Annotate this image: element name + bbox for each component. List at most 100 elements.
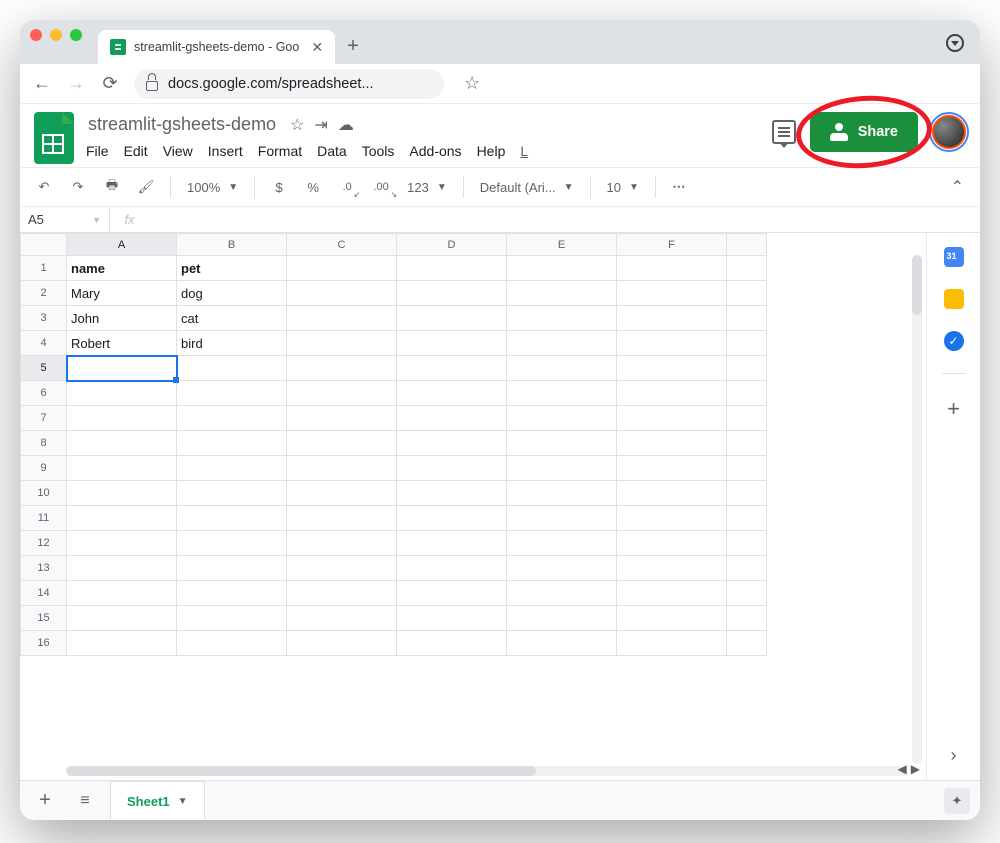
close-window-icon[interactable] (30, 29, 42, 41)
menu-insert[interactable]: Insert (208, 143, 243, 159)
cell[interactable] (397, 431, 507, 456)
tasks-icon[interactable] (944, 331, 964, 351)
horizontal-scrollbar[interactable] (66, 766, 906, 776)
redo-button[interactable]: ↷ (64, 173, 92, 201)
cell[interactable] (287, 506, 397, 531)
share-button[interactable]: Share (810, 112, 918, 152)
cell[interactable] (287, 481, 397, 506)
column-header[interactable]: D (397, 234, 507, 256)
cell[interactable] (507, 581, 617, 606)
cell[interactable] (507, 381, 617, 406)
cell[interactable]: Mary (67, 281, 177, 306)
document-title[interactable]: streamlit-gsheets-demo (84, 112, 280, 137)
bookmark-star-icon[interactable]: ☆ (464, 73, 480, 94)
cell[interactable]: name (67, 256, 177, 281)
cell[interactable]: Robert (67, 331, 177, 356)
cell[interactable] (287, 556, 397, 581)
cell[interactable] (507, 606, 617, 631)
cell[interactable] (287, 606, 397, 631)
new-tab-button[interactable]: + (347, 35, 359, 64)
cell[interactable] (617, 406, 727, 431)
row-header[interactable]: 15 (21, 606, 67, 631)
row-header[interactable]: 8 (21, 431, 67, 456)
cell[interactable] (287, 331, 397, 356)
menu-addons[interactable]: Add-ons (409, 143, 461, 159)
column-header[interactable]: F (617, 234, 727, 256)
cell[interactable] (287, 256, 397, 281)
row-header[interactable]: 2 (21, 281, 67, 306)
cell[interactable] (507, 456, 617, 481)
row-header[interactable]: 4 (21, 331, 67, 356)
cell[interactable] (287, 581, 397, 606)
cell[interactable] (507, 356, 617, 381)
cell[interactable] (287, 381, 397, 406)
cell[interactable] (287, 406, 397, 431)
cell[interactable] (617, 506, 727, 531)
cell[interactable] (507, 256, 617, 281)
cell[interactable] (397, 531, 507, 556)
cell[interactable] (397, 556, 507, 581)
percent-button[interactable]: % (299, 173, 327, 201)
sheets-logo-icon[interactable] (34, 112, 74, 164)
cell[interactable] (397, 481, 507, 506)
column-header[interactable]: B (177, 234, 287, 256)
cloud-status-icon[interactable]: ☁ (338, 115, 354, 135)
scroll-arrows[interactable]: ◀▶ (898, 762, 920, 776)
print-button[interactable]: 🖶 (98, 173, 126, 201)
cell[interactable] (177, 481, 287, 506)
cell[interactable] (177, 381, 287, 406)
menu-tools[interactable]: Tools (362, 143, 395, 159)
cell[interactable] (507, 481, 617, 506)
column-header[interactable]: A (67, 234, 177, 256)
calendar-icon[interactable] (944, 247, 964, 267)
cell[interactable] (617, 331, 727, 356)
row-header[interactable]: 11 (21, 506, 67, 531)
cell[interactable] (397, 506, 507, 531)
cell[interactable] (507, 631, 617, 656)
toolbar-more-button[interactable]: ⋯ (666, 173, 694, 201)
hide-side-panel-button[interactable]: › (951, 745, 957, 766)
cell[interactable] (67, 631, 177, 656)
cell[interactable] (287, 281, 397, 306)
cell[interactable] (617, 281, 727, 306)
cell[interactable]: John (67, 306, 177, 331)
cell[interactable] (67, 456, 177, 481)
font-select[interactable]: Default (Ari... ▼ (474, 180, 580, 195)
last-edit-link[interactable]: L (520, 143, 528, 159)
row-header[interactable]: 1 (21, 256, 67, 281)
paint-format-button[interactable]: 🖌 (132, 173, 160, 201)
cell[interactable] (507, 331, 617, 356)
browser-menu-icon[interactable] (946, 34, 964, 52)
cell[interactable] (397, 456, 507, 481)
cell[interactable] (617, 606, 727, 631)
cell[interactable] (617, 556, 727, 581)
name-box[interactable]: A5 ▼ (20, 207, 110, 232)
cell[interactable] (397, 631, 507, 656)
menu-view[interactable]: View (163, 143, 193, 159)
cell[interactable]: pet (177, 256, 287, 281)
cell[interactable] (617, 481, 727, 506)
row-header[interactable]: 14 (21, 581, 67, 606)
cell[interactable] (507, 281, 617, 306)
currency-button[interactable]: $ (265, 173, 293, 201)
star-doc-icon[interactable]: ☆ (290, 115, 304, 135)
cell[interactable] (617, 581, 727, 606)
cell[interactable] (397, 406, 507, 431)
cell[interactable] (67, 556, 177, 581)
cell[interactable] (67, 381, 177, 406)
cell[interactable]: bird (177, 331, 287, 356)
cell[interactable] (617, 381, 727, 406)
cell[interactable] (67, 581, 177, 606)
sheet-tab[interactable]: Sheet1 ▼ (110, 781, 205, 820)
cell[interactable] (177, 431, 287, 456)
cell[interactable] (177, 581, 287, 606)
menu-help[interactable]: Help (477, 143, 506, 159)
cell[interactable] (67, 531, 177, 556)
cell[interactable] (507, 531, 617, 556)
row-header[interactable]: 12 (21, 531, 67, 556)
omnibox[interactable]: docs.google.com/spreadsheet... (134, 69, 444, 99)
cell[interactable] (617, 356, 727, 381)
column-header[interactable]: C (287, 234, 397, 256)
cell[interactable] (67, 506, 177, 531)
menu-edit[interactable]: Edit (124, 143, 148, 159)
